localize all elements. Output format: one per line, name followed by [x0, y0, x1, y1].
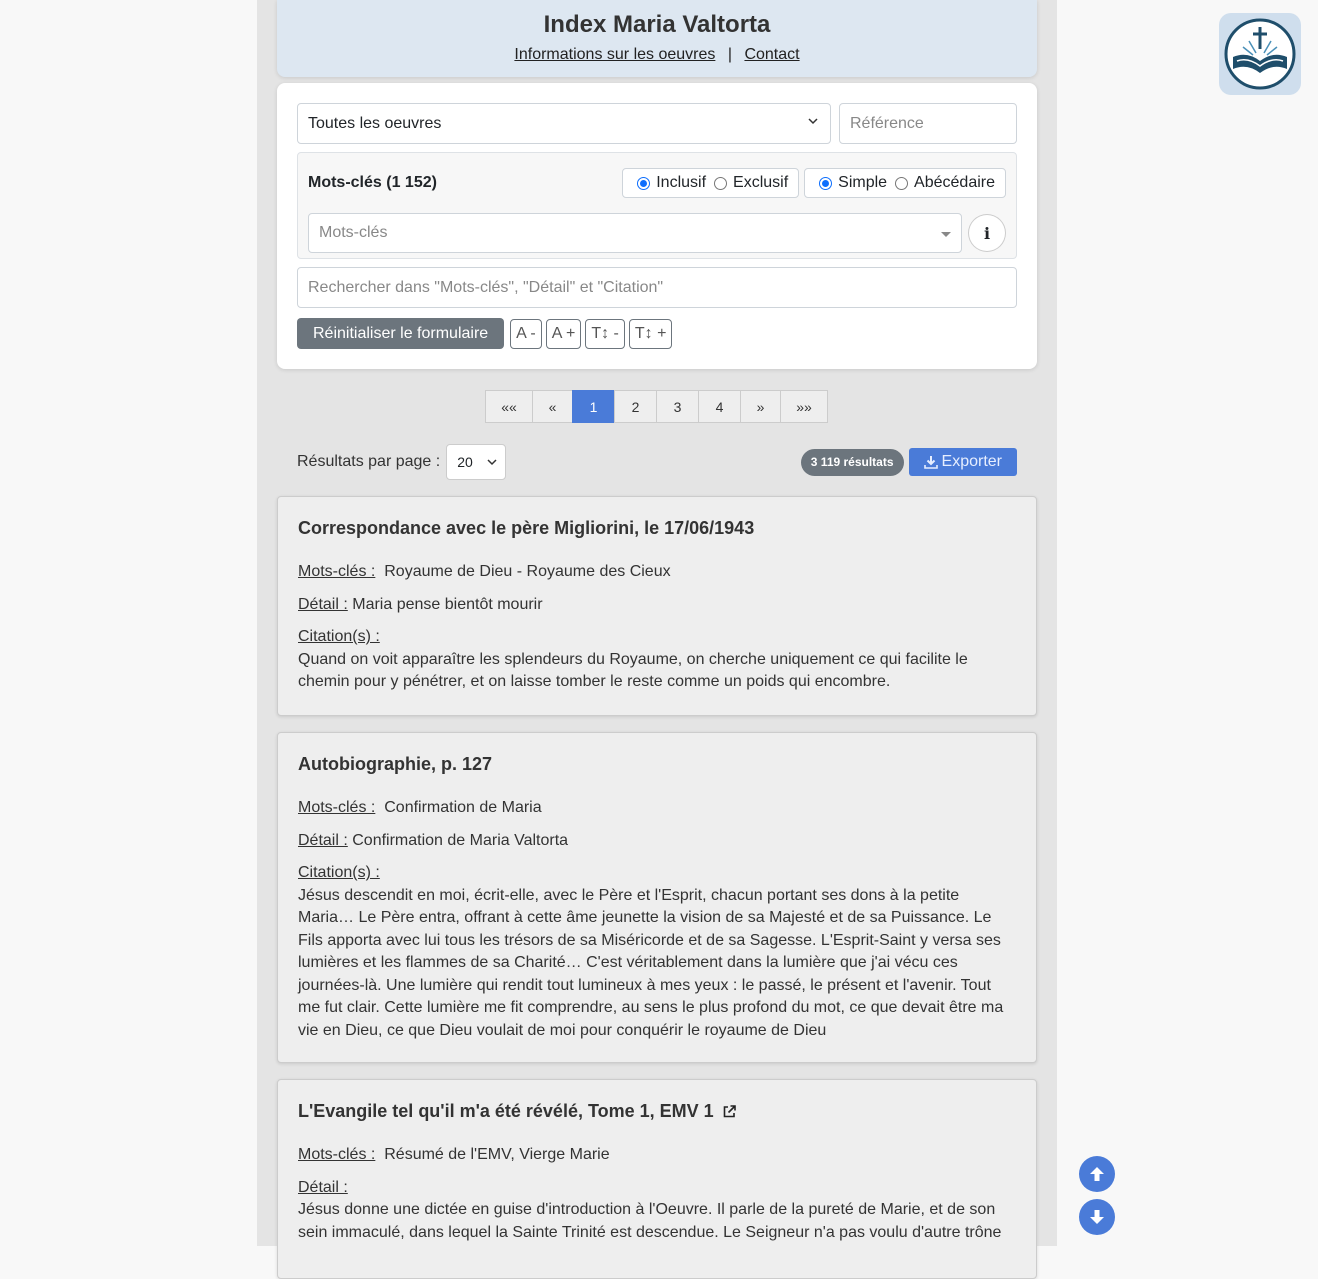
- scroll-up-button[interactable]: [1079, 1156, 1115, 1192]
- radio-abecedaire-dot[interactable]: [895, 176, 909, 190]
- per-page-label: Résultats par page :: [297, 453, 441, 470]
- bible-cross-logo[interactable]: [1219, 13, 1301, 95]
- page-title: Index Maria Valtorta: [543, 11, 771, 38]
- results-toolbar: Résultats par page : 20 3 119 résultats …: [277, 444, 1037, 480]
- radio-exclusif-dot[interactable]: [714, 176, 728, 190]
- results-list: Correspondance avec le père Migliorini, …: [277, 496, 1037, 1279]
- radio-simple-label: Simple: [838, 174, 888, 191]
- detail-label: Détail :: [298, 831, 348, 849]
- font-increase-button[interactable]: A +: [545, 318, 582, 349]
- keywords-value: Royaume de Dieu - Royaume des Cieux: [384, 563, 671, 580]
- detail-label: Détail :: [298, 595, 348, 613]
- result-keywords: Mots-clés : Royaume de Dieu - Royaume de…: [298, 561, 1016, 584]
- page-4[interactable]: 4: [698, 390, 741, 423]
- detail-text: Jésus donne une dictée en guise d'introd…: [298, 1201, 1002, 1241]
- result-title: Correspondance avec le père Migliorini, …: [298, 518, 755, 538]
- citation-text: Quand on voit apparaître les splendeurs …: [298, 650, 968, 691]
- reference-input[interactable]: Référence: [839, 103, 1017, 144]
- result-title: L'Evangile tel qu'il m'a été révélé, Tom…: [298, 1101, 714, 1121]
- export-button[interactable]: Exporter: [908, 448, 1017, 476]
- keywords-label: Mots-clés :: [298, 563, 376, 580]
- order-radio-group: Simple Abécédaire: [804, 168, 1006, 198]
- result-detail: Détail : Jésus donne une dictée en guise …: [298, 1177, 1016, 1245]
- per-page-select[interactable]: 20: [446, 444, 507, 480]
- page-1[interactable]: 1: [572, 390, 615, 423]
- result-card: Autobiographie, p. 127 Mots-clés : Confi…: [277, 732, 1037, 1063]
- result-title-row: L'Evangile tel qu'il m'a été révélé, Tom…: [298, 1100, 1016, 1122]
- line-height-increase-button[interactable]: T↕ +: [628, 318, 673, 349]
- chevron-down-icon: [487, 459, 497, 466]
- result-keywords: Mots-clés : Confirmation de Maria: [298, 797, 1016, 820]
- search-form: Toutes les oeuvres Référence Mots-clés (…: [277, 83, 1037, 369]
- per-page-value: 20: [457, 454, 473, 470]
- result-detail: Détail : Maria pense bientôt mourir: [298, 594, 1016, 617]
- radio-simple[interactable]: Simple: [819, 174, 887, 192]
- results-count-badge: 3 119 résultats: [800, 448, 904, 476]
- radio-simple-dot[interactable]: [819, 176, 833, 190]
- site-header: Index Maria Valtorta Informations sur le…: [277, 0, 1037, 77]
- bible-cross-icon: [1224, 18, 1296, 90]
- result-card: Correspondance avec le père Migliorini, …: [277, 496, 1037, 716]
- keywords-panel: Mots-clés (1 152) Inclusif Exclusif Simp…: [297, 152, 1017, 259]
- info-oeuvres-link[interactable]: Informations sur les oeuvres: [514, 46, 715, 63]
- detail-label: Détail :: [298, 1178, 348, 1196]
- citation-text: Jésus descendit en moi, écrit-elle, avec…: [298, 886, 1004, 1039]
- main-column: Index Maria Valtorta Informations sur le…: [257, 0, 1057, 1279]
- page-2[interactable]: 2: [614, 390, 657, 423]
- search-input[interactable]: Rechercher dans "Mots-clés", "Détail" et…: [297, 267, 1017, 308]
- citation-label: Citation(s) :: [298, 864, 380, 881]
- pagination: «« « 1 2 3 4 » »»: [277, 390, 1037, 423]
- radio-abecedaire[interactable]: Abécédaire: [895, 174, 995, 192]
- page-3[interactable]: 3: [656, 390, 699, 423]
- line-height-decrease-button[interactable]: T↕ -: [585, 318, 625, 349]
- detail-value: Maria pense bientôt mourir: [352, 595, 543, 613]
- keywords-value: Résumé de l'EMV, Vierge Marie: [384, 1146, 610, 1163]
- contact-link[interactable]: Contact: [744, 46, 799, 63]
- oeuvres-select[interactable]: Toutes les oeuvres: [297, 103, 831, 144]
- result-keywords: Mots-clés : Résumé de l'EMV, Vierge Mari…: [298, 1144, 1016, 1167]
- result-detail: Détail : Confirmation de Maria Valtorta: [298, 830, 1016, 853]
- header-links: Informations sur les oeuvres | Contact: [277, 46, 1037, 64]
- keywords-title: Mots-clés (1 152): [308, 174, 437, 191]
- search-placeholder: Rechercher dans "Mots-clés", "Détail" et…: [308, 278, 664, 296]
- info-button[interactable]: i: [968, 214, 1006, 252]
- result-citation: Citation(s) : Jésus descendit en moi, écr…: [298, 862, 1016, 1042]
- page-prev[interactable]: «: [532, 390, 573, 423]
- result-card: L'Evangile tel qu'il m'a été révélé, Tom…: [277, 1079, 1037, 1279]
- external-link-icon[interactable]: [722, 1104, 737, 1119]
- link-separator: |: [727, 46, 732, 63]
- oeuvres-selected-value: Toutes les oeuvres: [308, 114, 442, 132]
- arrow-down-icon: [1090, 1210, 1104, 1224]
- keywords-label: Mots-clés :: [298, 799, 376, 816]
- result-citation: Citation(s) : Quand on voit apparaître le…: [298, 626, 1016, 694]
- page-next[interactable]: »: [740, 390, 781, 423]
- page-first[interactable]: ««: [485, 390, 533, 423]
- scroll-down-button[interactable]: [1079, 1199, 1115, 1235]
- download-icon: [923, 456, 938, 469]
- mode-radio-group: Inclusif Exclusif: [622, 168, 800, 198]
- radio-abecedaire-label: Abécédaire: [914, 174, 995, 191]
- keywords-placeholder: Mots-clés: [319, 224, 388, 241]
- keywords-value: Confirmation de Maria: [384, 799, 542, 816]
- radio-inclusif[interactable]: Inclusif: [637, 174, 706, 192]
- radio-inclusif-dot[interactable]: [637, 176, 651, 190]
- detail-value: Confirmation de Maria Valtorta: [352, 831, 569, 849]
- keywords-select[interactable]: Mots-clés: [308, 213, 963, 253]
- chevron-down-icon: [808, 118, 818, 125]
- result-title: Autobiographie, p. 127: [298, 754, 493, 774]
- export-label: Exporter: [941, 453, 1002, 470]
- radio-inclusif-label: Inclusif: [656, 174, 707, 191]
- reset-form-button[interactable]: Réinitialiser le formulaire: [297, 318, 505, 349]
- page-last[interactable]: »»: [780, 390, 828, 423]
- reference-placeholder: Référence: [850, 114, 924, 132]
- radio-exclusif-label: Exclusif: [733, 174, 789, 191]
- citation-label: Citation(s) :: [298, 628, 380, 645]
- radio-exclusif[interactable]: Exclusif: [714, 174, 788, 192]
- keywords-label: Mots-clés :: [298, 1146, 376, 1163]
- caret-down-icon: [941, 232, 952, 237]
- font-decrease-button[interactable]: A -: [510, 318, 542, 349]
- arrow-up-icon: [1090, 1167, 1104, 1181]
